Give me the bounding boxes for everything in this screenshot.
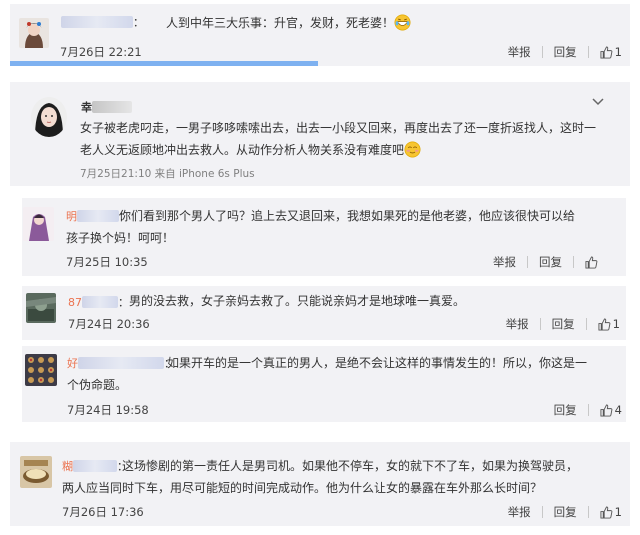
- divider: [585, 318, 587, 330]
- comment-text: 这场惨剧的第一责任人是男司机。如果他不停车，女的就下不了车，如果为换驾驶员， 两…: [62, 459, 579, 495]
- divider: [587, 46, 589, 58]
- comment-time: 7月25日 10:35: [66, 255, 148, 269]
- blurred-name: [82, 296, 118, 308]
- blurred-name: [92, 101, 132, 113]
- like-count: 1: [612, 317, 620, 331]
- avatar[interactable]: [20, 456, 52, 488]
- report-button[interactable]: 举报: [508, 504, 531, 520]
- laugh-emoji: [394, 14, 411, 31]
- divider: [573, 256, 574, 268]
- thumb-up-icon: [585, 255, 598, 269]
- avatar[interactable]: [26, 293, 56, 323]
- comment-time: 7月24日 19:58: [67, 403, 149, 417]
- reply-button[interactable]: 回复: [552, 316, 575, 332]
- comment-time: 7月26日 22:21: [60, 45, 142, 59]
- post-meta: 7月25日21:10 来自 iPhone 6s Plus: [80, 168, 255, 180]
- thumb-up-icon: [600, 45, 613, 59]
- comment-text: 女子被老虎叼走，一男子哆哆嗦嗦出去，出去一小段又回来，再度出去了还一度折返找人，…: [80, 121, 597, 158]
- commenter-name[interactable]: 幸: [81, 99, 132, 115]
- avatar[interactable]: [19, 18, 49, 48]
- thumb-up-icon: [600, 505, 613, 519]
- report-button[interactable]: 举报: [506, 316, 529, 332]
- like-button[interactable]: 4: [600, 403, 622, 417]
- comment-text: 你们看到那个男人了吗？追上去又退回来，我想如果死的是他老婆，他应该很快可以给 孩…: [66, 209, 576, 245]
- comment-actions: 回复 4: [554, 402, 622, 418]
- reply-button[interactable]: 回复: [554, 504, 577, 520]
- comment-text: 人到中年三大乐事：升官，发财，死老婆！: [166, 12, 411, 34]
- reply-button[interactable]: 回复: [554, 402, 577, 418]
- divider: [539, 318, 541, 330]
- like-button[interactable]: [585, 255, 600, 269]
- like-button[interactable]: 1: [600, 45, 622, 59]
- like-count: 1: [614, 45, 622, 59]
- commenter-name[interactable]: ：: [61, 14, 144, 30]
- reply-button[interactable]: 回复: [539, 254, 562, 270]
- comment-actions: 举报 回复: [493, 254, 600, 270]
- blurred-name: [61, 16, 133, 28]
- comment-time: 7月24日 20:36: [68, 317, 150, 331]
- like-count: 1: [614, 505, 622, 519]
- thumb-up-icon: [598, 317, 611, 331]
- avatar[interactable]: [25, 354, 57, 386]
- like-button[interactable]: 1: [598, 317, 620, 331]
- comment-time: 7月26日 17:36: [62, 505, 144, 519]
- divider: [527, 256, 528, 268]
- scroll-highlight-bar: [10, 61, 318, 66]
- comment-actions: 举报 回复 1: [508, 504, 622, 520]
- comment-text: 男的没去救，女子亲妈去救了。只能说亲妈才是地球唯一真爱。: [129, 294, 466, 308]
- divider: [587, 506, 589, 518]
- comment-actions: 举报 回复 1: [508, 44, 622, 60]
- avatar[interactable]: [23, 207, 54, 241]
- blush-emoji: [404, 141, 421, 158]
- comment-actions: 举报 回复 1: [506, 316, 620, 332]
- commenter-name[interactable]: 87：: [68, 294, 129, 310]
- avatar[interactable]: [31, 97, 67, 137]
- chevron-down-icon[interactable]: [592, 98, 604, 106]
- report-button[interactable]: 举报: [493, 254, 516, 270]
- thumb-up-icon: [600, 403, 613, 417]
- divider: [541, 506, 543, 518]
- like-count: 4: [614, 403, 622, 417]
- divider: [587, 404, 589, 416]
- reply-button[interactable]: 回复: [554, 44, 577, 60]
- report-button[interactable]: 举报: [508, 44, 531, 60]
- comment-text: 如果开车的是一个真正的男人，是绝不会让这样的事情发生的！所以，你这是一 个伪命题…: [67, 356, 588, 392]
- divider: [541, 46, 543, 58]
- like-button[interactable]: 1: [600, 505, 622, 519]
